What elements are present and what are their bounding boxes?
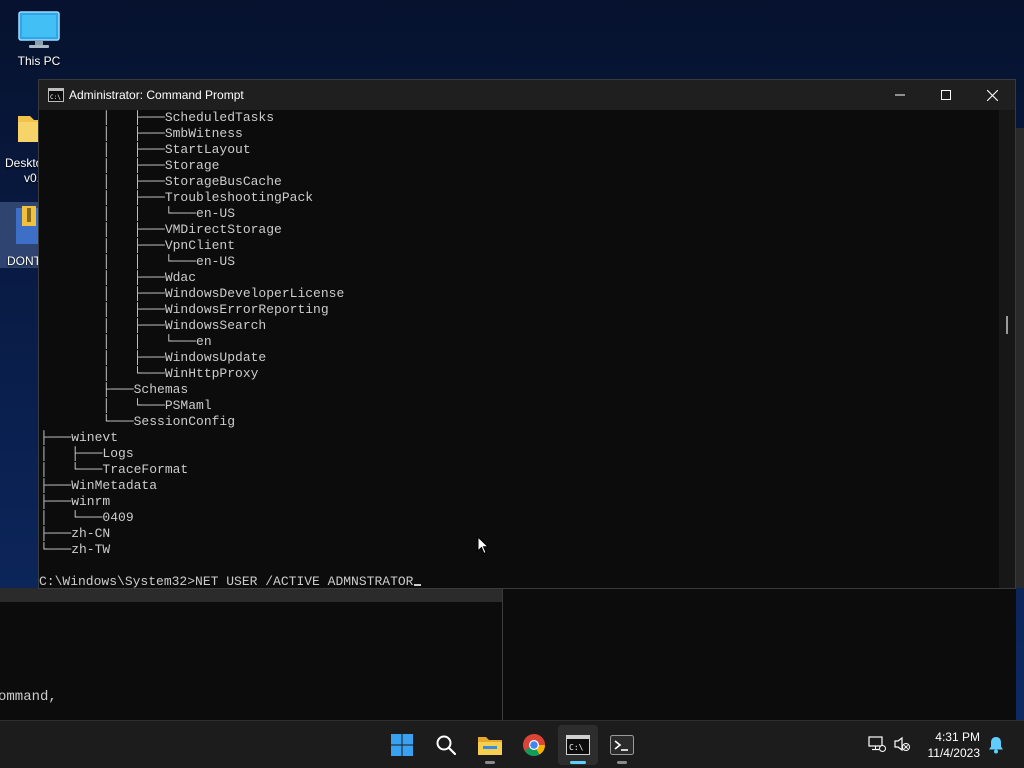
mouse-pointer-icon xyxy=(477,536,489,555)
background-terminal-text: ommand, xyxy=(0,689,57,705)
text-cursor xyxy=(414,584,422,586)
svg-text:C:\: C:\ xyxy=(569,743,584,752)
console-line: ├───winrm xyxy=(40,494,111,509)
console-line: │ ├───VpnClient xyxy=(40,238,236,253)
console-line: └───zh-TW xyxy=(40,542,111,557)
command-prompt-window[interactable]: C:\ Administrator: Command Prompt │ ├───… xyxy=(38,79,1016,589)
command-line[interactable]: C:\Windows\System32>NET USER /ACTIVE ADM… xyxy=(39,574,422,588)
terminal-icon xyxy=(610,735,634,755)
console-line: └───SessionConfig xyxy=(40,414,236,429)
title-bar[interactable]: C:\ Administrator: Command Prompt xyxy=(39,80,1015,110)
console-line: │ ├───ScheduledTasks xyxy=(40,110,275,125)
zip-folder-icon xyxy=(16,206,40,244)
console-line: │ ├───StartLayout xyxy=(40,142,251,157)
taskbar: C:\ 4:31 PM 11/4/2023 xyxy=(0,720,1024,768)
console-line: │ │ └───en xyxy=(40,334,212,349)
console-line: │ ├───WindowsErrorReporting xyxy=(40,302,329,317)
console-line: │ ├───Logs xyxy=(40,446,134,461)
desktop-icon-this-pc[interactable]: This PC xyxy=(9,10,69,68)
console-line: ├───WinMetadata xyxy=(40,478,158,493)
console-line: ├───Schemas xyxy=(40,382,189,397)
command-prompt-button[interactable]: C:\ xyxy=(558,725,598,765)
system-clock[interactable]: 4:31 PM 11/4/2023 xyxy=(928,729,981,761)
console-line: │ ├───StorageBusCache xyxy=(40,174,282,189)
folder-icon xyxy=(478,737,502,755)
search-button[interactable] xyxy=(426,725,466,765)
network-icon[interactable] xyxy=(868,735,886,753)
clock-time: 4:31 PM xyxy=(935,730,980,744)
desktop-icon-label: This PC xyxy=(17,54,61,68)
svg-text:C:\: C:\ xyxy=(50,94,61,101)
notification-bell-icon[interactable] xyxy=(988,736,1004,754)
console-lines: │ ├───ScheduledTasks │ ├───SmbWitness │ … xyxy=(40,110,344,558)
console-line: │ └───PSMaml xyxy=(40,398,212,413)
console-output[interactable]: │ ├───ScheduledTasks │ ├───SmbWitness │ … xyxy=(39,110,999,588)
command-input[interactable]: NET USER /ACTIVE ADMNSTRATOR xyxy=(195,574,413,588)
console-line: │ │ └───en-US xyxy=(40,254,236,269)
console-line: │ └───WinHttpProxy xyxy=(40,366,259,381)
console-line: │ ├───VMDirectStorage xyxy=(40,222,282,237)
console-line: │ └───TraceFormat xyxy=(40,462,189,477)
console-line: │ └───0409 xyxy=(40,510,134,525)
desktop-icon-label-desktop: Deskto xyxy=(5,156,41,170)
monitor-icon xyxy=(18,11,60,48)
console-line: │ ├───Storage xyxy=(40,158,220,173)
close-icon xyxy=(986,89,998,101)
maximize-button[interactable] xyxy=(923,80,969,110)
volume-muted-icon[interactable] xyxy=(893,735,911,753)
desktop-icon-selected[interactable]: DONT xyxy=(0,202,40,268)
console-line: │ ├───WindowsSearch xyxy=(40,318,267,333)
terminal-button[interactable] xyxy=(602,725,642,765)
console-line: │ ├───WindowsUpdate xyxy=(40,350,267,365)
console-line: │ ├───WindowsDeveloperLicense xyxy=(40,286,345,301)
scrollbar-thumb[interactable] xyxy=(1006,316,1008,334)
cmd-app-icon: C:\ xyxy=(48,88,64,102)
console-line: ├───zh-CN xyxy=(40,526,111,541)
chrome-icon xyxy=(523,734,545,756)
console-line: │ ├───TroubleshootingPack xyxy=(40,190,314,205)
start-button[interactable] xyxy=(382,725,422,765)
search-icon xyxy=(436,735,457,756)
prompt-text: C:\Windows\System32> xyxy=(39,574,196,588)
cmd-icon: C:\ xyxy=(566,735,590,755)
clock-date: 11/4/2023 xyxy=(927,746,981,760)
minimize-button[interactable] xyxy=(877,80,923,110)
close-button[interactable] xyxy=(969,80,1015,110)
background-window-edge xyxy=(1016,128,1024,588)
minimize-icon xyxy=(895,94,905,96)
console-line: │ ├───SmbWitness xyxy=(40,126,243,141)
console-line: ├───winevt xyxy=(40,430,119,445)
console-line: │ │ └───en-US xyxy=(40,206,236,221)
desktop-icon-label-dont: DONT xyxy=(7,254,40,268)
file-explorer-button[interactable] xyxy=(470,725,510,765)
chrome-button[interactable] xyxy=(514,725,554,765)
window-title: Administrator: Command Prompt xyxy=(69,88,244,102)
windows-logo-icon xyxy=(391,734,413,756)
vertical-scrollbar[interactable] xyxy=(999,110,1015,588)
maximize-icon xyxy=(941,90,951,100)
console-line: │ ├───Wdac xyxy=(40,270,197,285)
background-terminal-window[interactable]: ommand, xyxy=(0,588,1016,720)
